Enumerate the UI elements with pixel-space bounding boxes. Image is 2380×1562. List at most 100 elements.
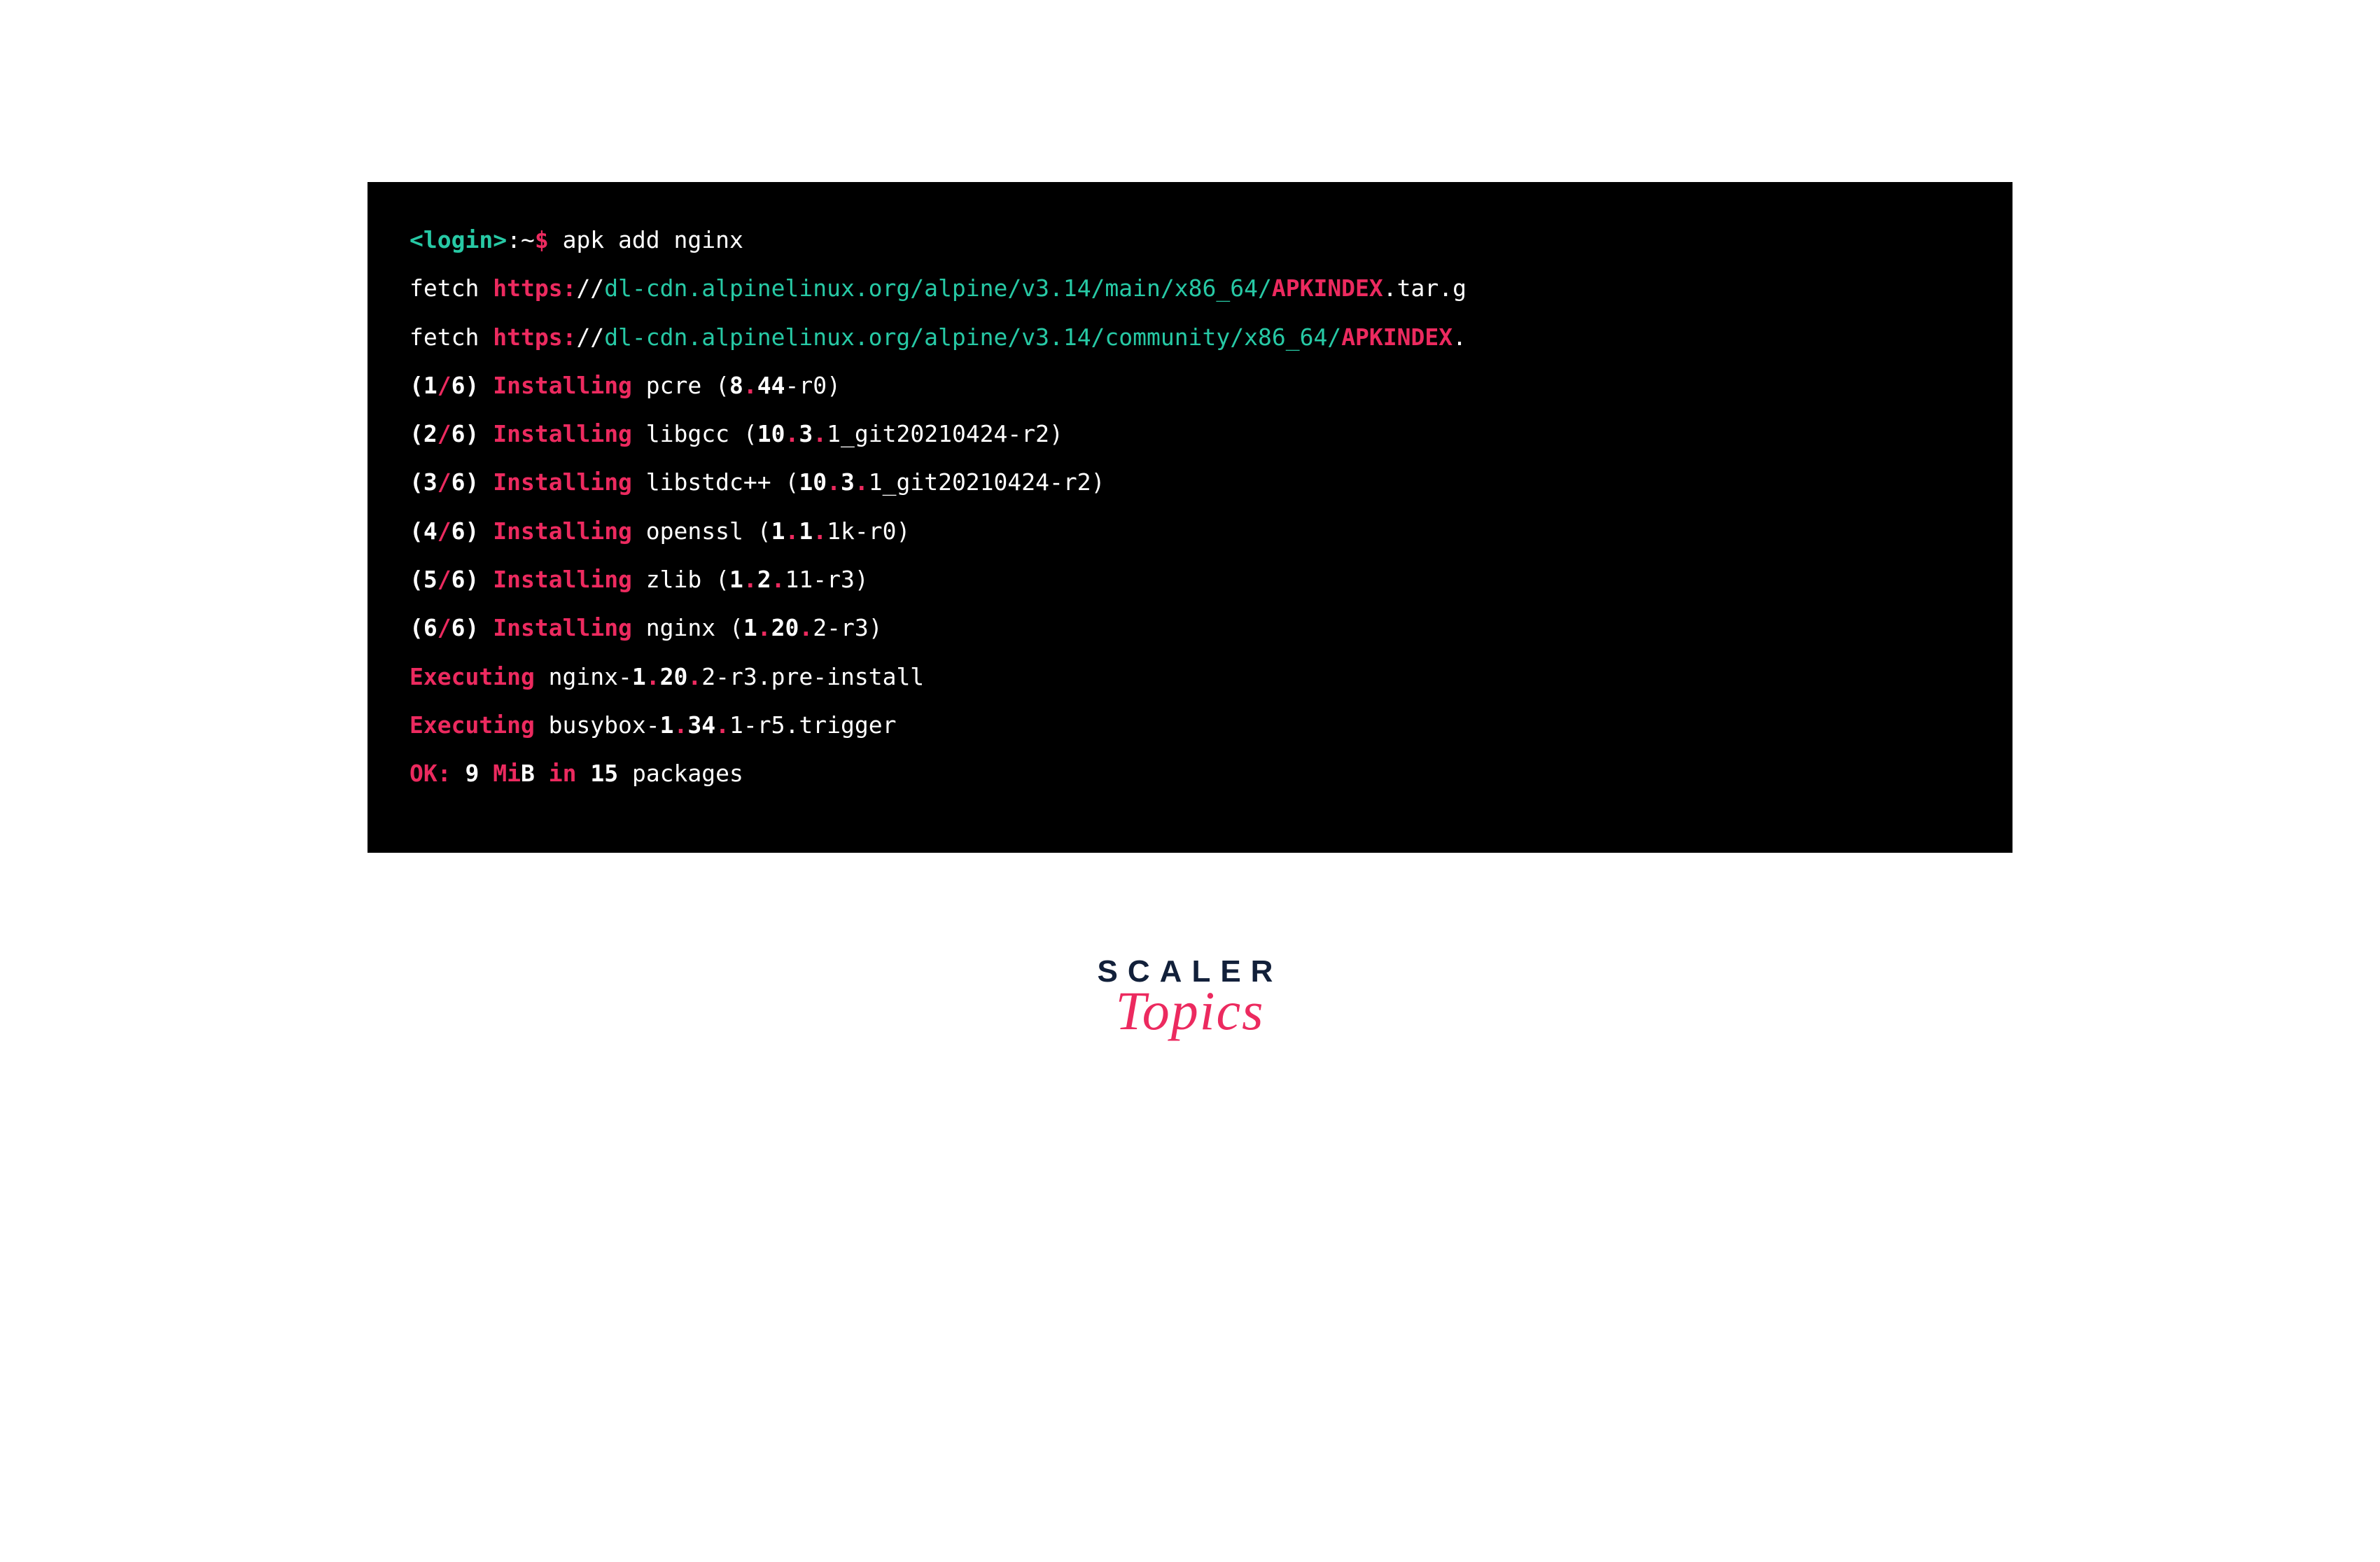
summary-size: 9 (451, 760, 493, 787)
ver-dot: . (687, 663, 701, 690)
ver-rev: r0 (869, 517, 897, 545)
installing-label: Installing (493, 614, 632, 641)
paren-close: ) (465, 614, 493, 641)
url-file: APKINDEX (1341, 323, 1452, 351)
ver-dash: - (813, 566, 827, 593)
paren-close: ) (465, 372, 493, 399)
install-total: 6 (451, 614, 465, 641)
executing-label: Executing (410, 663, 535, 690)
prompt-dollar: $ (535, 226, 549, 253)
ver-patch: 1_git20210424 (827, 420, 1007, 447)
logo-topics-text: Topics (1116, 979, 1265, 1043)
install-line-3: (3/6) Installing libstdc++ (10.3.1_git20… (410, 458, 1970, 506)
url-sep: // (576, 323, 604, 351)
url-file: APKINDEX (1272, 274, 1383, 302)
paren-open: ( (410, 517, 424, 545)
ver-dot: . (785, 420, 799, 447)
ver-minor: 3 (841, 468, 855, 496)
ver-patch: 2 (701, 663, 715, 690)
ver-dot: . (674, 711, 688, 739)
install-line-5: (5/6) Installing zlib (1.2.11-r3) (410, 555, 1970, 604)
ver-dot: . (827, 468, 841, 496)
ver-dot: . (855, 468, 869, 496)
ver-major: 1 (729, 566, 743, 593)
summary-count: 15 (590, 760, 618, 787)
ver-dot: . (771, 566, 785, 593)
ver-minor: 20 (660, 663, 688, 690)
url-ext: . (1452, 323, 1466, 351)
ver-dot: . (743, 372, 757, 399)
ver-rev: r3 (827, 566, 855, 593)
installing-label: Installing (493, 566, 632, 593)
ver-rev: r3 (841, 614, 869, 641)
ver-patch: 1_git20210424 (869, 468, 1049, 496)
exec-suffix: .pre-install (757, 663, 924, 690)
paren-close: ) (465, 566, 493, 593)
ver-minor: 34 (687, 711, 715, 739)
install-total: 6 (451, 566, 465, 593)
install-total: 6 (451, 372, 465, 399)
ver-dash: - (827, 614, 841, 641)
ver-dash: - (743, 711, 757, 739)
ver-paren-open: ( (757, 517, 771, 545)
url-ext: .tar.g (1383, 274, 1466, 302)
installing-label: Installing (493, 468, 632, 496)
ver-minor: 2 (757, 566, 771, 593)
install-line-1: (1/6) Installing pcre (8.44-r0) (410, 361, 1970, 410)
ver-dot: . (715, 711, 729, 739)
install-slash: / (438, 372, 451, 399)
logo: SCALER Topics (1098, 954, 1283, 1043)
ver-paren-close: ) (1049, 420, 1063, 447)
paren-open: ( (410, 420, 424, 447)
ver-patch: 1 (729, 711, 743, 739)
ver-rev: r2 (1063, 468, 1091, 496)
exec-prefix: nginx- (535, 663, 632, 690)
install-line-6: (6/6) Installing nginx (1.20.2-r3) (410, 604, 1970, 652)
prompt-user: <login> (410, 226, 507, 253)
ver-dot: . (757, 614, 771, 641)
fetch-line-2: fetch https://dl-cdn.alpinelinux.org/alp… (410, 313, 1970, 361)
paren-close: ) (465, 420, 493, 447)
terminal-window[interactable]: <login>:~$ apk add nginx fetch https://d… (368, 182, 2012, 853)
url-scheme: https: (493, 323, 576, 351)
ver-dash: - (715, 663, 729, 690)
ver-dot: . (743, 566, 757, 593)
ver-minor: 44 (757, 372, 785, 399)
package-name: pcre (632, 372, 715, 399)
install-total: 6 (451, 517, 465, 545)
ver-minor: 1 (799, 517, 813, 545)
ok-label: OK: (410, 760, 451, 787)
install-line-4: (4/6) Installing openssl (1.1.1k-r0) (410, 507, 1970, 555)
ver-major: 10 (799, 468, 827, 496)
fetch-label: fetch (410, 323, 493, 351)
ver-paren-open: ( (743, 420, 757, 447)
fetch-label: fetch (410, 274, 493, 302)
ver-paren-close: ) (1091, 468, 1105, 496)
paren-open: ( (410, 372, 424, 399)
ver-paren-open: ( (715, 372, 729, 399)
ver-dash: - (785, 372, 799, 399)
prompt-line: <login>:~$ apk add nginx (410, 216, 1970, 264)
ver-paren-open: ( (715, 566, 729, 593)
install-total: 6 (451, 420, 465, 447)
ver-paren-open: ( (729, 614, 743, 641)
url-sep: // (576, 274, 604, 302)
paren-close: ) (465, 517, 493, 545)
install-slash: / (438, 614, 451, 641)
install-slash: / (438, 517, 451, 545)
paren-close: ) (465, 468, 493, 496)
ver-major: 1 (660, 711, 674, 739)
executing-line-2: Executing busybox-1.34.1-r5.trigger (410, 701, 1970, 749)
package-name: nginx (632, 614, 729, 641)
executing-label: Executing (410, 711, 535, 739)
install-line-2: (2/6) Installing libgcc (10.3.1_git20210… (410, 410, 1970, 458)
install-idx: 1 (424, 372, 438, 399)
ver-major: 10 (757, 420, 785, 447)
install-total: 6 (451, 468, 465, 496)
mib-suffix: B (521, 760, 535, 787)
install-slash: / (438, 420, 451, 447)
exec-suffix: .trigger (785, 711, 897, 739)
url-path: dl-cdn.alpinelinux.org/alpine/v3.14/main… (604, 274, 1272, 302)
ver-minor: 20 (771, 614, 799, 641)
summary-line: OK: 9 MiB in 15 packages (410, 749, 1970, 797)
